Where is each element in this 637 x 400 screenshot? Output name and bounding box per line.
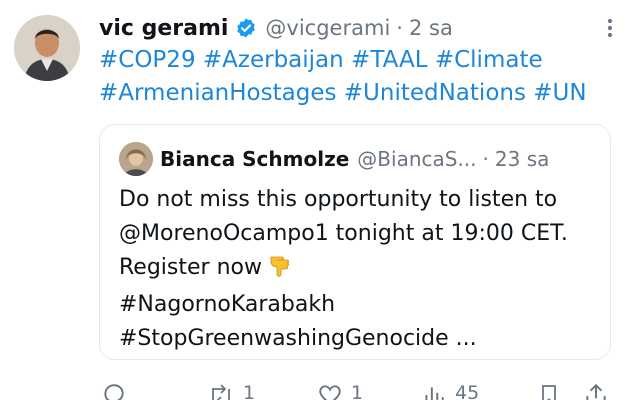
hashtag-link[interactable]: #UnitedNations <box>344 80 534 106</box>
quoted-text-line-register: Register now <box>119 251 599 288</box>
meta-separator: · <box>396 16 403 40</box>
author-avatar[interactable] <box>14 15 80 81</box>
hashtag-link[interactable]: #TAAL <box>351 47 435 73</box>
views-icon <box>425 387 444 400</box>
pointing-down-hand-icon <box>268 251 292 288</box>
heart-icon <box>319 385 341 400</box>
hashtag-link[interactable]: #ArmenianHostages <box>99 80 344 106</box>
hashtag-link[interactable]: #UN <box>533 80 586 106</box>
reply-button[interactable] <box>101 382 135 400</box>
quoted-avatar-photo <box>119 142 153 176</box>
quoted-text-line: #NagornoKarabakh <box>119 292 336 317</box>
quoted-meta-separator: · <box>482 147 489 171</box>
quoted-text-line: Do not miss this opportunity to listen t… <box>119 187 558 212</box>
quoted-author-handle[interactable]: @BiancaS... <box>357 147 476 171</box>
quoted-tweet-card[interactable]: Bianca Schmolze @BiancaS... · 23 sa Do n… <box>99 124 611 360</box>
quoted-text-line: @MorenoOcampo1 tonight at 19:00 CET. <box>119 221 568 246</box>
author-handle[interactable]: @vicgerami <box>265 16 390 40</box>
hashtag-line: #COP29 #Azerbaijan #TAAL #Climate <box>99 44 619 77</box>
share-icon <box>586 383 606 400</box>
verified-badge-icon <box>237 18 256 38</box>
repost-button[interactable]: 1 <box>207 382 255 400</box>
hashtag-link[interactable]: #Climate <box>435 47 543 73</box>
reply-icon <box>104 384 124 400</box>
tweet-text: #COP29 #Azerbaijan #TAAL #Climate #Armen… <box>99 44 619 110</box>
tweet-time[interactable]: 2 sa <box>409 16 453 40</box>
like-count: 1 <box>351 382 364 400</box>
hashtag-link[interactable]: #Azerbaijan <box>203 47 351 73</box>
bookmark-icon <box>542 385 556 400</box>
author-name[interactable]: vic gerami <box>99 16 228 41</box>
quoted-text-segment: Register now <box>119 255 262 280</box>
quoted-author-avatar[interactable] <box>119 142 153 176</box>
hashtag-line: #ArmenianHostages #UnitedNations #UN <box>99 77 619 110</box>
quoted-tweet-time[interactable]: 23 sa <box>495 147 549 171</box>
tweet-header: vic gerami @vicgerami · 2 sa <box>99 11 453 45</box>
tweet[interactable]: vic gerami @vicgerami · 2 sa #COP29 #Aze… <box>0 0 637 400</box>
more-options-icon[interactable] <box>598 12 622 42</box>
hashtag-link[interactable]: #COP29 <box>99 47 203 73</box>
quoted-author-name[interactable]: Bianca Schmolze <box>160 147 349 171</box>
views-button[interactable]: 45 <box>421 382 479 400</box>
like-button[interactable]: 1 <box>317 382 363 400</box>
repost-icon <box>212 384 230 400</box>
avatar-photo <box>14 15 80 81</box>
repost-count: 1 <box>243 382 256 400</box>
share-button[interactable] <box>583 382 609 400</box>
quoted-text-line: #StopGreenwashingGenocide ... <box>119 326 477 351</box>
quoted-tweet-text: Do not miss this opportunity to listen t… <box>119 183 599 356</box>
bookmark-button[interactable] <box>537 382 561 400</box>
quoted-tweet-header: Bianca Schmolze @BiancaS... · 23 sa <box>160 142 549 176</box>
views-count: 45 <box>455 382 480 400</box>
tweet-actions: 1 1 45 <box>99 382 619 400</box>
